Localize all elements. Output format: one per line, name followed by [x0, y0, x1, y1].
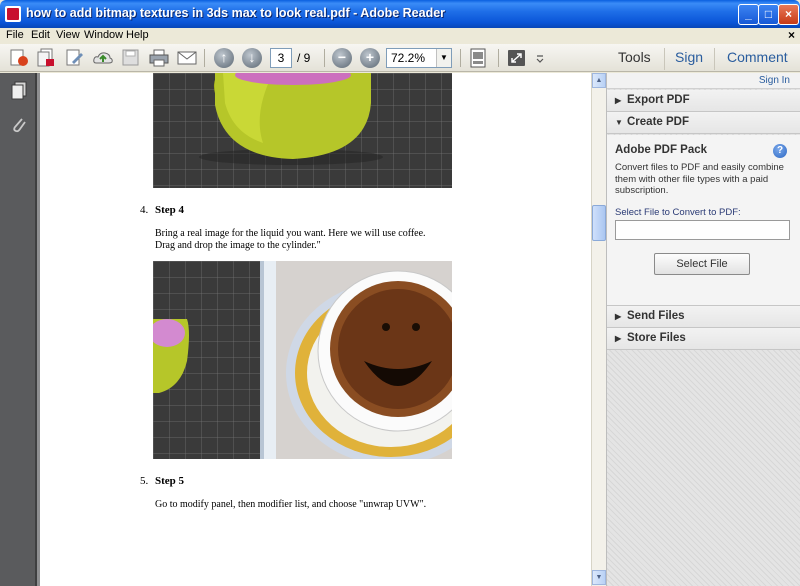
create-pdf-section[interactable]: ▼ Create PDF: [607, 112, 800, 134]
minimize-button[interactable]: _: [738, 4, 759, 25]
menu-file[interactable]: File: [6, 29, 24, 41]
step-4-text-line-1: Bring a real image for the liquid you wa…: [155, 228, 426, 239]
help-icon[interactable]: ?: [773, 144, 787, 158]
zoom-out-icon[interactable]: −: [332, 48, 352, 68]
export-pdf-label: Export PDF: [627, 94, 690, 106]
close-document-icon[interactable]: ×: [788, 28, 795, 42]
send-files-label: Send Files: [627, 310, 685, 322]
pdf-pack-title: Adobe PDF Pack: [615, 144, 708, 156]
menu-view[interactable]: View: [56, 29, 80, 41]
tools-pane: Sign In ▶ Export PDF ▼ Create PDF Adobe …: [606, 73, 800, 586]
select-file-label: Select File to Convert to PDF:: [615, 207, 741, 218]
document-viewport[interactable]: 4. Step 4 Bring a real image for the liq…: [37, 73, 591, 586]
adobe-reader-icon: [5, 6, 21, 22]
page-total: / 9: [297, 51, 311, 65]
toolbar-options-icon[interactable]: [534, 48, 546, 68]
chevron-right-icon: ▶: [615, 334, 622, 343]
coffee-drag-drop-image: [153, 261, 452, 459]
tools-button[interactable]: Tools: [618, 49, 651, 65]
step-4-text-line-2: Drag and drop the image to the cylinder.…: [155, 240, 321, 251]
toolbar-separator: [498, 49, 499, 67]
page-number-input[interactable]: 3: [270, 48, 292, 68]
cylinder-viewport-image: [153, 261, 260, 459]
comment-button[interactable]: Comment: [727, 49, 788, 65]
sign-button[interactable]: Sign: [675, 49, 703, 65]
toolbar-separator: [204, 49, 205, 67]
menu-help[interactable]: Help: [126, 29, 149, 41]
chevron-down-icon: ▼: [615, 118, 623, 127]
step-4-title: Step 4: [155, 204, 185, 216]
sign-in-link[interactable]: Sign In: [607, 73, 800, 89]
store-files-label: Store Files: [627, 332, 686, 344]
email-icon[interactable]: [176, 48, 198, 68]
full-screen-icon[interactable]: [506, 48, 528, 68]
pdf-pack-panel: Adobe PDF Pack ? Convert files to PDF an…: [607, 135, 800, 306]
store-files-section[interactable]: ▶ Store Files: [607, 328, 800, 350]
step-4-heading: 4. Step 4: [140, 204, 184, 216]
toolbar-separator: [324, 49, 325, 67]
scroll-up-icon[interactable]: ▲: [592, 73, 606, 88]
attachments-icon[interactable]: [10, 115, 28, 135]
fit-page-icon[interactable]: [468, 48, 490, 68]
menu-edit[interactable]: Edit: [31, 29, 50, 41]
chevron-right-icon: ▶: [615, 312, 622, 321]
title-bar: how to add bitmap textures in 3ds max to…: [0, 0, 800, 28]
close-button[interactable]: ×: [778, 4, 799, 25]
next-page-icon[interactable]: ↓: [242, 48, 262, 68]
export-pdf-section[interactable]: ▶ Export PDF: [607, 90, 800, 112]
scrollbar-thumb[interactable]: [592, 205, 606, 241]
window-title: how to add bitmap textures in 3ds max to…: [26, 6, 446, 20]
save-icon[interactable]: [120, 48, 142, 68]
toolbar: ↑ ↓ 3 / 9 − + 72.2% ▼ Tools Sign Comment: [0, 44, 800, 72]
menu-window[interactable]: Window: [84, 29, 123, 41]
step-4-number: 4.: [140, 204, 149, 216]
step-4-text: Bring a real image for the liquid you wa…: [155, 228, 426, 252]
chevron-down-icon[interactable]: ▼: [436, 49, 451, 67]
zoom-select[interactable]: 72.2% ▼: [386, 48, 452, 68]
upload-cloud-icon[interactable]: [92, 48, 114, 68]
step-5-heading: 5. Step 5: [140, 475, 184, 487]
chevron-right-icon: ▶: [615, 96, 622, 105]
edit-document-icon[interactable]: [64, 48, 86, 68]
previous-page-icon[interactable]: ↑: [214, 48, 234, 68]
maximize-button[interactable]: □: [758, 4, 779, 25]
toolbar-separator: [714, 48, 715, 70]
toolbar-separator: [460, 49, 461, 67]
menu-bar: File Edit View Window Help ×: [0, 28, 800, 44]
scroll-down-icon[interactable]: ▼: [592, 570, 606, 585]
step-5-number: 5.: [140, 475, 149, 487]
send-files-section[interactable]: ▶ Send Files: [607, 306, 800, 328]
zoom-in-icon[interactable]: +: [360, 48, 380, 68]
page-thumbnails-icon[interactable]: [10, 81, 28, 101]
step-5-text: Go to modify panel, then modifier list, …: [155, 499, 427, 510]
toolbar-separator: [664, 48, 665, 70]
step-5-title: Step 5: [155, 475, 185, 487]
select-file-button[interactable]: Select File: [654, 253, 750, 275]
create-pdf-label: Create PDF: [627, 116, 689, 128]
navigation-pane: [0, 73, 37, 586]
combine-files-icon[interactable]: [36, 48, 58, 68]
print-icon[interactable]: [148, 48, 170, 68]
file-path-input[interactable]: [615, 220, 790, 240]
vertical-scrollbar[interactable]: ▲ ▼: [591, 73, 606, 586]
create-pdf-icon[interactable]: [8, 48, 30, 68]
pdf-pack-description: Convert files to PDF and easily combine …: [615, 162, 784, 196]
zoom-value: 72.2%: [391, 51, 426, 65]
teapot-render-image: [153, 73, 452, 188]
